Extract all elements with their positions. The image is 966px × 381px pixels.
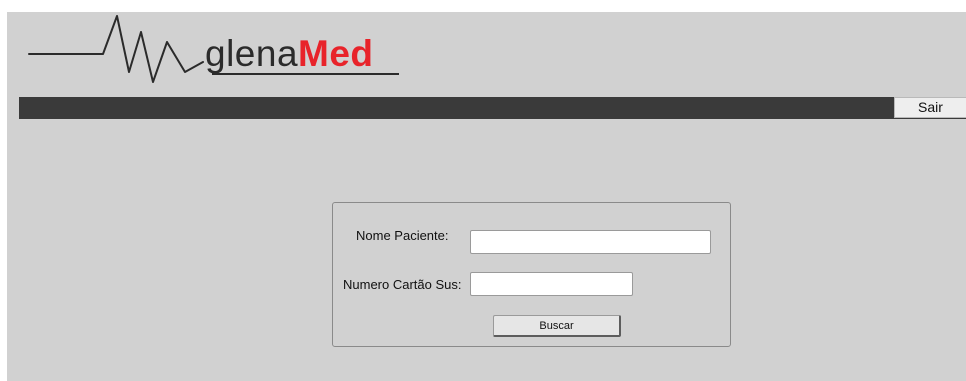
logo-underline: [212, 73, 399, 75]
app-window: glenaMed Sair Nome Paciente: Numero Cart…: [7, 12, 966, 381]
patient-name-input[interactable]: [470, 230, 711, 254]
sus-card-label: Numero Cartão Sus:: [343, 277, 462, 292]
logo-wordmark: glenaMed: [205, 34, 374, 74]
sus-card-input[interactable]: [470, 272, 633, 296]
patient-name-label: Nome Paciente:: [356, 228, 449, 243]
logo-text-med: Med: [298, 33, 374, 74]
search-button[interactable]: Buscar: [493, 315, 621, 337]
logo: glenaMed: [7, 12, 427, 98]
patient-search-panel: Nome Paciente: Numero Cartão Sus: Buscar: [332, 202, 731, 347]
logout-button[interactable]: Sair: [894, 97, 966, 118]
top-navbar: Sair: [19, 97, 966, 119]
logo-text-glena: glena: [205, 33, 299, 74]
